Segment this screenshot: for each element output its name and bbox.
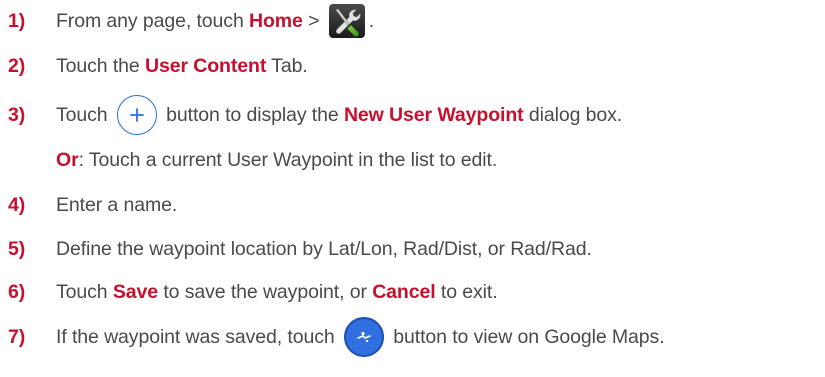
google-maps-icon — [343, 317, 384, 357]
step-content: Touch Save to save the waypoint, or Canc… — [56, 281, 498, 304]
plus-button — [116, 95, 157, 135]
step-text: to exit. — [435, 280, 498, 303]
home-label: Home — [249, 9, 303, 32]
step-content: If the waypoint was saved, touch button … — [56, 317, 665, 357]
step-text: Enter a name. — [56, 193, 178, 216]
step-number: 7) — [8, 325, 26, 348]
step-number: 2) — [8, 54, 26, 77]
step-text: : Touch a current User Waypoint in the l… — [78, 148, 498, 171]
step-content: Define the waypoint location by Lat/Lon,… — [56, 238, 592, 261]
google-maps-button — [343, 317, 384, 357]
step-text: From any page, touch — [56, 9, 250, 32]
step-text: dialog box. — [523, 103, 623, 126]
step-number: 5) — [8, 237, 26, 260]
or-label: Or — [56, 148, 79, 171]
step-number: 3) — [8, 103, 26, 126]
step-number: 4) — [8, 193, 26, 216]
step-text: Touch — [56, 103, 113, 126]
step-text: > — [302, 9, 325, 32]
step-content: Enter a name. — [56, 194, 177, 217]
step-content: Or : Touch a current User Waypoint in th… — [56, 149, 497, 172]
step-number: 6) — [8, 280, 26, 303]
cancel-label: Cancel — [372, 280, 436, 303]
step-text: Touch — [56, 280, 113, 303]
step-text: Define the waypoint location by Lat/Lon,… — [56, 237, 592, 260]
new-user-waypoint-label: New User Waypoint — [343, 103, 524, 126]
save-label: Save — [112, 280, 159, 303]
step-number: 1) — [8, 9, 26, 32]
step-text: Touch the — [56, 54, 145, 77]
step-text: button to display the — [160, 103, 344, 126]
user-content-label: User Content — [144, 54, 267, 77]
wrench-screwdriver-icon — [328, 4, 365, 38]
step-text: . — [368, 9, 375, 32]
plus-icon — [116, 95, 157, 135]
step-content: Touch the User Content Tab. — [56, 55, 308, 78]
step-text: Tab. — [266, 54, 308, 77]
step-text: to save the waypoint, or — [158, 280, 373, 303]
step-text: If the waypoint was saved, touch — [56, 325, 340, 348]
step-text: button to view on Google Maps. — [387, 325, 665, 348]
step-content: Touch button to display the New User Way… — [56, 95, 622, 135]
step-content: From any page, touch Home > . — [56, 4, 374, 38]
